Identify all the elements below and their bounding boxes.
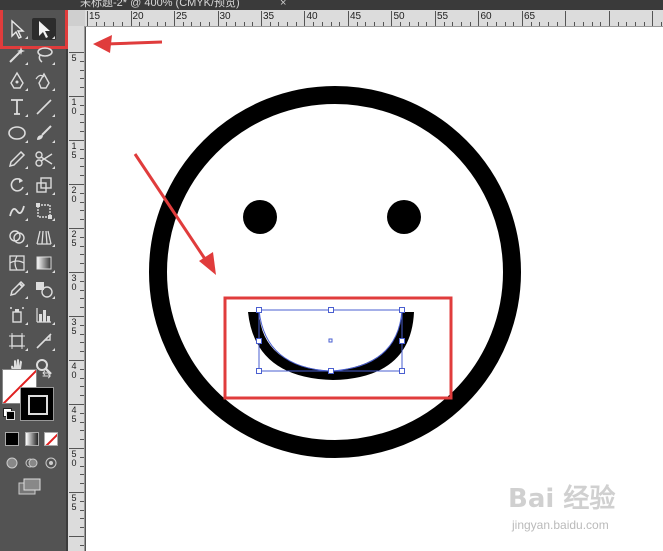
- watermark-logo: Bai 经验: [508, 484, 616, 514]
- baidu-watermark: Bai 经验 jingyan.baidu.com: [508, 470, 658, 540]
- face-circle[interactable]: [149, 86, 521, 458]
- left-eye[interactable]: [243, 200, 277, 234]
- toolbar-arrow-shaft: [105, 40, 163, 46]
- artwork-layer: [93, 35, 521, 458]
- watermark-url: jingyan.baidu.com: [512, 518, 609, 532]
- right-eye[interactable]: [387, 200, 421, 234]
- toolbar-arrow-head: [93, 35, 112, 53]
- center-point: [328, 338, 333, 343]
